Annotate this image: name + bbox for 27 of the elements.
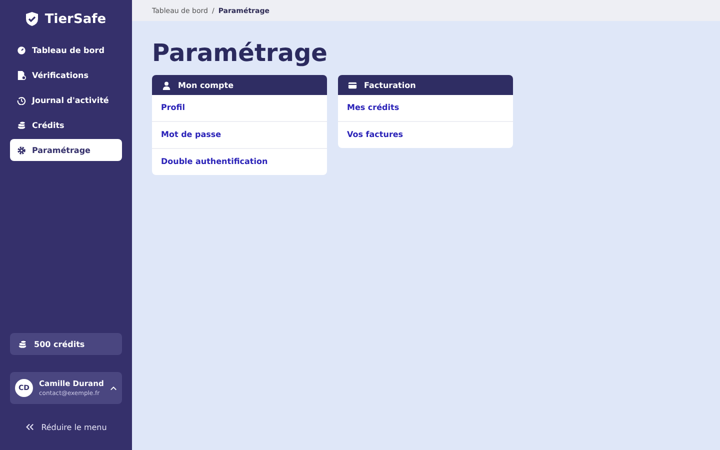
coins-icon [17, 120, 26, 130]
sidebar-item[interactable]: Crédits [10, 114, 122, 136]
settings-link[interactable]: Double authentification [152, 148, 327, 175]
settings-link[interactable]: Vos factures [338, 121, 513, 148]
document-icon [17, 70, 26, 80]
settings-link[interactable]: Mot de passe [152, 121, 327, 148]
sidebar-item[interactable]: Journal d'activité [10, 89, 122, 111]
history-icon [17, 96, 26, 104]
double-chevron-left-icon [25, 423, 34, 431]
card-header: Facturation [338, 75, 513, 95]
collapse-menu-button[interactable]: Réduire le menu [10, 404, 122, 450]
sidebar-item[interactable]: Tableau de bord [10, 39, 122, 61]
settings-link[interactable]: Mes crédits [338, 95, 513, 121]
logo-text: TierSafe [44, 12, 106, 26]
chevron-up-icon [110, 386, 117, 390]
page-title: Paramétrage [152, 39, 328, 67]
gauge-icon [17, 46, 26, 54]
card-icon [348, 80, 357, 90]
credits-badge: 500 crédits [10, 333, 122, 355]
sidebar-item[interactable]: Paramétrage [10, 139, 122, 161]
coins-icon [18, 340, 27, 348]
card-header: Mon compte [152, 75, 327, 95]
shield-icon [26, 12, 38, 26]
user-icon [162, 80, 171, 90]
settings-link[interactable]: Profil [152, 95, 327, 121]
settings-icon [17, 146, 26, 154]
sidebar-item[interactable]: Vérifications [10, 64, 122, 86]
